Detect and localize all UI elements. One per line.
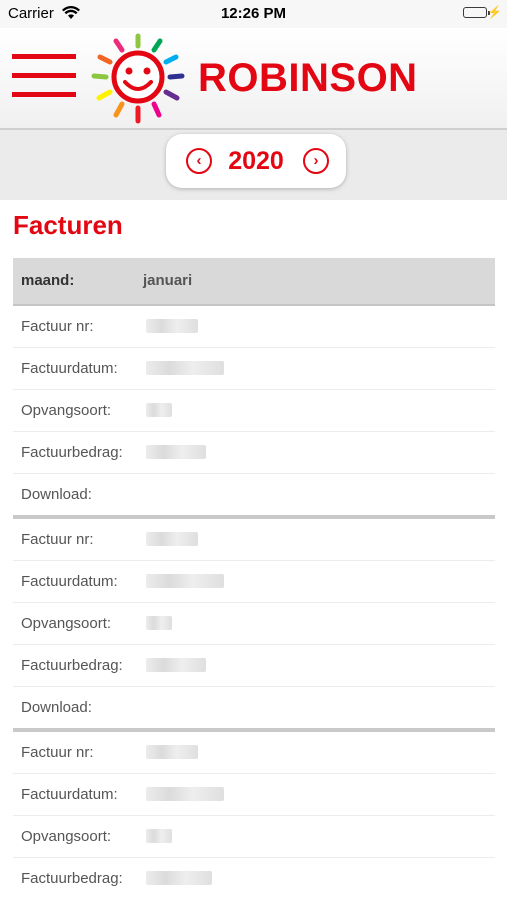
redacted-value <box>146 361 224 375</box>
invoice-date-label: Factuurdatum: <box>21 786 118 803</box>
redacted-value <box>146 787 224 801</box>
invoice-date-label: Factuurdatum: <box>21 360 118 377</box>
redacted-value <box>146 745 198 759</box>
care-type-label: Opvangsoort: <box>21 615 112 632</box>
redacted-value <box>146 871 212 885</box>
table-row: Factuurbedrag: <box>13 645 495 687</box>
robinson-sun-logo <box>91 33 185 124</box>
invoice-number-label: Factuur nr: <box>21 318 94 335</box>
table-row: Factuur nr: <box>13 732 495 774</box>
redacted-value <box>146 658 206 672</box>
battery-icon <box>463 7 487 18</box>
invoice-amount-label: Factuurbedrag: <box>21 657 123 674</box>
redacted-value <box>146 403 172 417</box>
redacted-value <box>146 829 172 843</box>
table-row: Factuurdatum: <box>13 348 495 390</box>
care-type-label: Opvangsoort: <box>21 828 112 845</box>
table-row: Factuur nr: <box>13 306 495 348</box>
month-value: januari <box>143 272 193 289</box>
hamburger-menu-icon[interactable] <box>12 54 76 100</box>
status-bar: Carrier 12:26 PM ⚡ <box>0 0 507 28</box>
table-row: Factuurbedrag: <box>13 432 495 474</box>
redacted-value <box>146 532 198 546</box>
invoice-table: maand: januari Factuur nr: Factuurdatum:… <box>13 258 495 899</box>
table-row: Factuurdatum: <box>13 561 495 603</box>
invoice-amount-label: Factuurbedrag: <box>21 870 123 887</box>
brand-logo-text: ROBINSON <box>198 56 418 100</box>
table-header-row: maand: januari <box>13 258 495 306</box>
page-title: Facturen <box>13 210 123 240</box>
invoice-number-label: Factuur nr: <box>21 531 94 548</box>
table-row: Factuur nr: <box>13 519 495 561</box>
invoice-amount-label: Factuurbedrag: <box>21 444 123 461</box>
download-label: Download: <box>21 486 92 503</box>
invoice-group: Factuur nr: Factuurdatum: Opvangsoort: F… <box>13 306 495 519</box>
redacted-value <box>146 445 206 459</box>
clock: 12:26 PM <box>220 5 287 22</box>
download-label: Download: <box>21 699 92 716</box>
care-type-label: Opvangsoort: <box>21 402 112 419</box>
redacted-value <box>146 574 224 588</box>
charging-icon: ⚡ <box>487 5 502 19</box>
table-row: Opvangsoort: <box>13 603 495 645</box>
invoice-date-label: Factuurdatum: <box>21 573 118 590</box>
table-row: Opvangsoort: <box>13 390 495 432</box>
table-row[interactable]: Download: <box>13 687 495 728</box>
invoice-number-label: Factuur nr: <box>21 744 94 761</box>
year-selector: ‹ 2020 › <box>166 134 346 188</box>
invoice-group: Factuur nr: Factuurdatum: Opvangsoort: F… <box>13 732 495 899</box>
chevron-right-circle-icon[interactable]: › <box>303 148 329 174</box>
table-row: Factuurbedrag: <box>13 858 495 899</box>
table-row: Factuurdatum: <box>13 774 495 816</box>
app-header: ROBINSON <box>0 28 507 130</box>
month-label: maand: <box>21 272 75 289</box>
table-row: Opvangsoort: <box>13 816 495 858</box>
redacted-value <box>146 319 198 333</box>
invoice-group: Factuur nr: Factuurdatum: Opvangsoort: F… <box>13 519 495 732</box>
redacted-value <box>146 616 172 630</box>
table-row[interactable]: Download: <box>13 474 495 515</box>
year-selector-bar: ‹ 2020 › <box>0 130 507 200</box>
